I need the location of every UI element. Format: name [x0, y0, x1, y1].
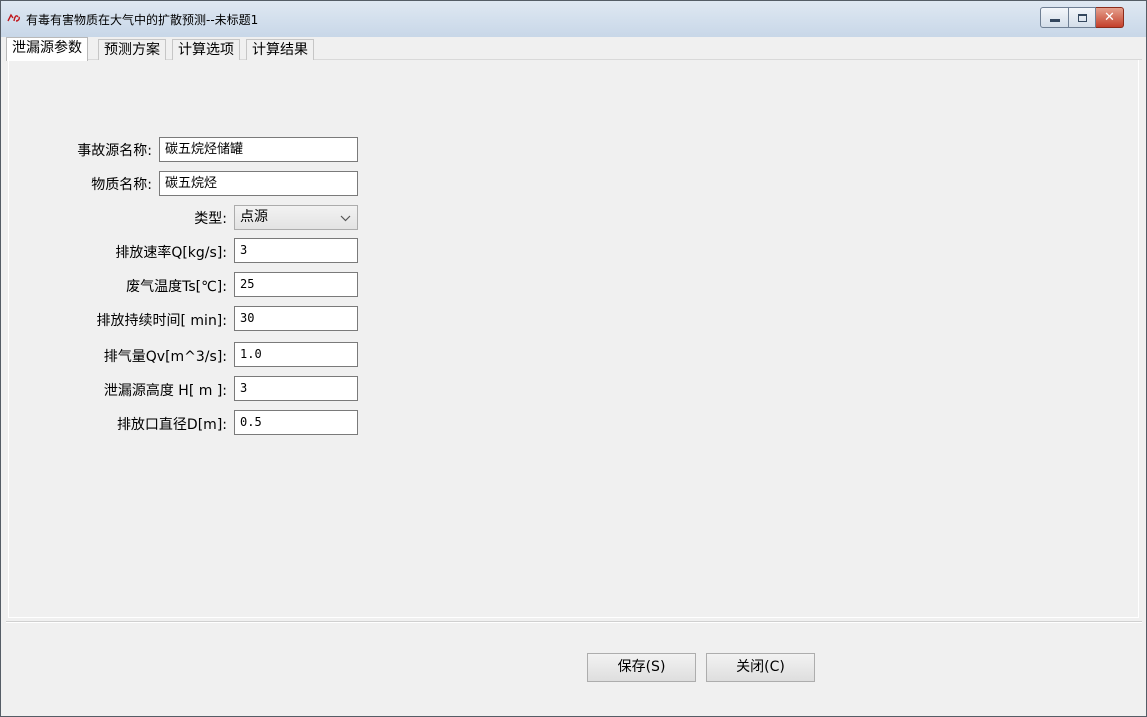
duration-label: 排放持续时间[ min]: — [96, 313, 228, 329]
close-button[interactable]: 关闭(C) — [706, 653, 815, 682]
source-height-label: 泄漏源高度 H[ m ]: — [103, 383, 227, 399]
type-label: 类型: — [194, 211, 227, 227]
substance-name-label: 物质名称: — [91, 177, 152, 193]
gas-volume-input[interactable]: 1.0 — [234, 342, 358, 367]
substance-name-input[interactable]: 碳五烷烃 — [159, 171, 358, 196]
outlet-diameter-input[interactable]: 0.5 — [234, 410, 358, 435]
gas-volume-label: 排气量Qv[m^3/s]: — [103, 349, 227, 365]
source-height-input[interactable]: 3 — [234, 376, 358, 401]
emission-rate-label: 排放速率Q[kg/s]: — [115, 245, 227, 261]
type-selected-value: 点源 — [240, 209, 268, 225]
close-icon: ✕ — [1104, 10, 1115, 25]
save-button[interactable]: 保存(S) — [587, 653, 696, 682]
outlet-diameter-label: 排放口直径D[m]: — [116, 417, 227, 433]
tab-calculation-results[interactable]: 计算结果 — [246, 39, 314, 60]
title-bar[interactable]: 有毒有害物质在大气中的扩散预测--未标题1 ✕ — [1, 1, 1146, 37]
maximize-button[interactable] — [1069, 7, 1096, 28]
window-title: 有毒有害物质在大气中的扩散预测--未标题1 — [26, 13, 259, 27]
gas-temperature-label: 废气温度Ts[℃]: — [126, 279, 227, 295]
tab-calculation-options[interactable]: 计算选项 — [172, 39, 240, 60]
duration-input[interactable]: 30 — [234, 306, 358, 331]
footer-divider — [6, 621, 1142, 623]
source-name-input[interactable]: 碳五烷烃储罐 — [159, 137, 358, 162]
main-window: 有毒有害物质在大气中的扩散预测--未标题1 ✕ 泄漏源参数 预测方案 计算选项 … — [0, 0, 1147, 717]
tab-panel-leak-source: 事故源名称: 碳五烷烃储罐 物质名称: 碳五烷烃 类型: 点源 排放速率Q[kg… — [8, 60, 1139, 618]
app-logo-icon — [7, 13, 21, 23]
tab-leak-source-params[interactable]: 泄漏源参数 — [6, 37, 88, 61]
minimize-button[interactable] — [1040, 7, 1069, 28]
minimize-icon — [1049, 18, 1060, 22]
emission-rate-input[interactable]: 3 — [234, 238, 358, 263]
source-name-label: 事故源名称: — [77, 143, 152, 159]
chevron-down-icon — [340, 209, 351, 232]
gas-temperature-input[interactable]: 25 — [234, 272, 358, 297]
tab-prediction-scheme[interactable]: 预测方案 — [98, 39, 166, 60]
window-controls: ✕ — [1040, 7, 1124, 28]
type-select[interactable]: 点源 — [234, 205, 358, 230]
tab-strip: 泄漏源参数 预测方案 计算选项 计算结果 — [6, 37, 1142, 61]
close-window-button[interactable]: ✕ — [1096, 7, 1124, 28]
maximize-icon — [1077, 13, 1087, 22]
